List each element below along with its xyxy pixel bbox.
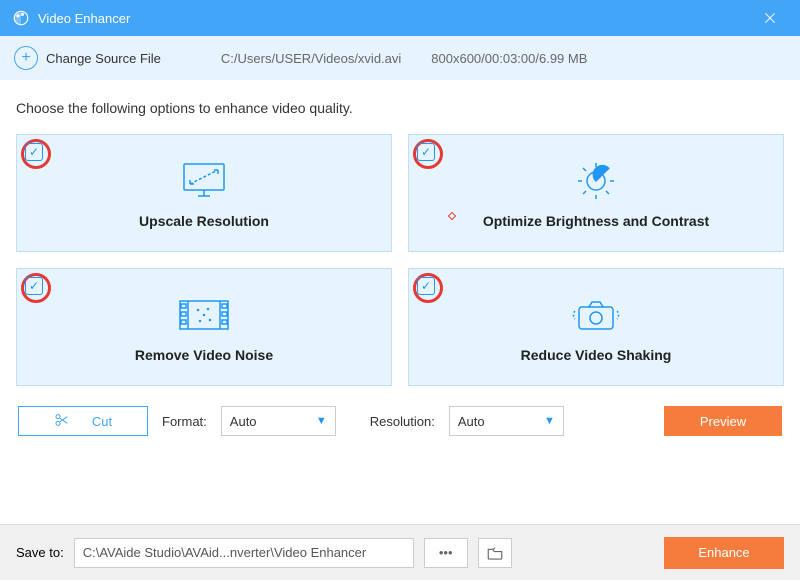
cut-button[interactable]: Cut bbox=[18, 406, 148, 436]
source-filepath: C:/Users/USER/Videos/xvid.avi bbox=[221, 51, 401, 66]
sun-icon bbox=[572, 157, 620, 205]
save-path-value: C:\AVAide Studio\AVAid...nverter\Video E… bbox=[83, 545, 367, 560]
card-title: Optimize Brightness and Contrast bbox=[483, 213, 709, 229]
close-button[interactable] bbox=[752, 0, 788, 36]
change-source-button[interactable]: + Change Source File bbox=[14, 46, 161, 70]
app-title: Video Enhancer bbox=[38, 11, 130, 26]
folder-icon bbox=[486, 545, 504, 561]
card-optimize-brightness[interactable]: ✓ Optimize Brightness and Contrast bbox=[408, 134, 784, 252]
footer: Save to: C:\AVAide Studio\AVAid...nverte… bbox=[0, 524, 800, 580]
chevron-down-icon: ▼ bbox=[316, 415, 327, 427]
app-icon bbox=[12, 9, 30, 27]
instruction-text: Choose the following options to enhance … bbox=[16, 100, 784, 116]
save-to-label: Save to: bbox=[16, 545, 64, 560]
scissors-icon bbox=[54, 412, 70, 431]
browse-button[interactable]: ••• bbox=[424, 538, 468, 568]
format-select[interactable]: Auto ▼ bbox=[221, 406, 336, 436]
resolution-select[interactable]: Auto ▼ bbox=[449, 406, 564, 436]
film-icon bbox=[176, 291, 232, 339]
options-grid: ✓ Upscale Resolution ✓ Optimize Brightne… bbox=[16, 134, 784, 386]
red-marker bbox=[448, 212, 456, 220]
monitor-icon bbox=[178, 157, 230, 205]
card-reduce-shaking[interactable]: ✓ Reduce Video Shaking bbox=[408, 268, 784, 386]
camera-icon bbox=[569, 291, 623, 339]
card-title: Remove Video Noise bbox=[135, 347, 273, 363]
card-title: Upscale Resolution bbox=[139, 213, 269, 229]
source-toolbar: + Change Source File C:/Users/USER/Video… bbox=[0, 36, 800, 80]
source-fileinfo: 800x600/00:03:00/6.99 MB bbox=[431, 51, 587, 66]
preview-button[interactable]: Preview bbox=[664, 406, 782, 436]
checkbox-shaking[interactable]: ✓ bbox=[417, 277, 435, 295]
enhance-button[interactable]: Enhance bbox=[664, 537, 784, 569]
open-folder-button[interactable] bbox=[478, 538, 512, 568]
format-value: Auto bbox=[230, 414, 257, 429]
save-path-field[interactable]: C:\AVAide Studio\AVAid...nverter\Video E… bbox=[74, 538, 414, 568]
controls-row: Cut Format: Auto ▼ Resolution: Auto ▼ Pr… bbox=[16, 406, 784, 436]
format-label: Format: bbox=[162, 414, 207, 429]
plus-icon: + bbox=[14, 46, 38, 70]
checkbox-upscale[interactable]: ✓ bbox=[25, 143, 43, 161]
card-remove-noise[interactable]: ✓ Remove Video Noise bbox=[16, 268, 392, 386]
card-upscale-resolution[interactable]: ✓ Upscale Resolution bbox=[16, 134, 392, 252]
cut-label: Cut bbox=[92, 414, 112, 429]
titlebar: Video Enhancer bbox=[0, 0, 800, 36]
checkbox-noise[interactable]: ✓ bbox=[25, 277, 43, 295]
checkbox-brightness[interactable]: ✓ bbox=[417, 143, 435, 161]
resolution-value: Auto bbox=[458, 414, 485, 429]
chevron-down-icon: ▼ bbox=[544, 415, 555, 427]
card-title: Reduce Video Shaking bbox=[521, 347, 672, 363]
resolution-label: Resolution: bbox=[370, 414, 435, 429]
change-source-label: Change Source File bbox=[46, 51, 161, 66]
dots-icon: ••• bbox=[439, 545, 453, 560]
